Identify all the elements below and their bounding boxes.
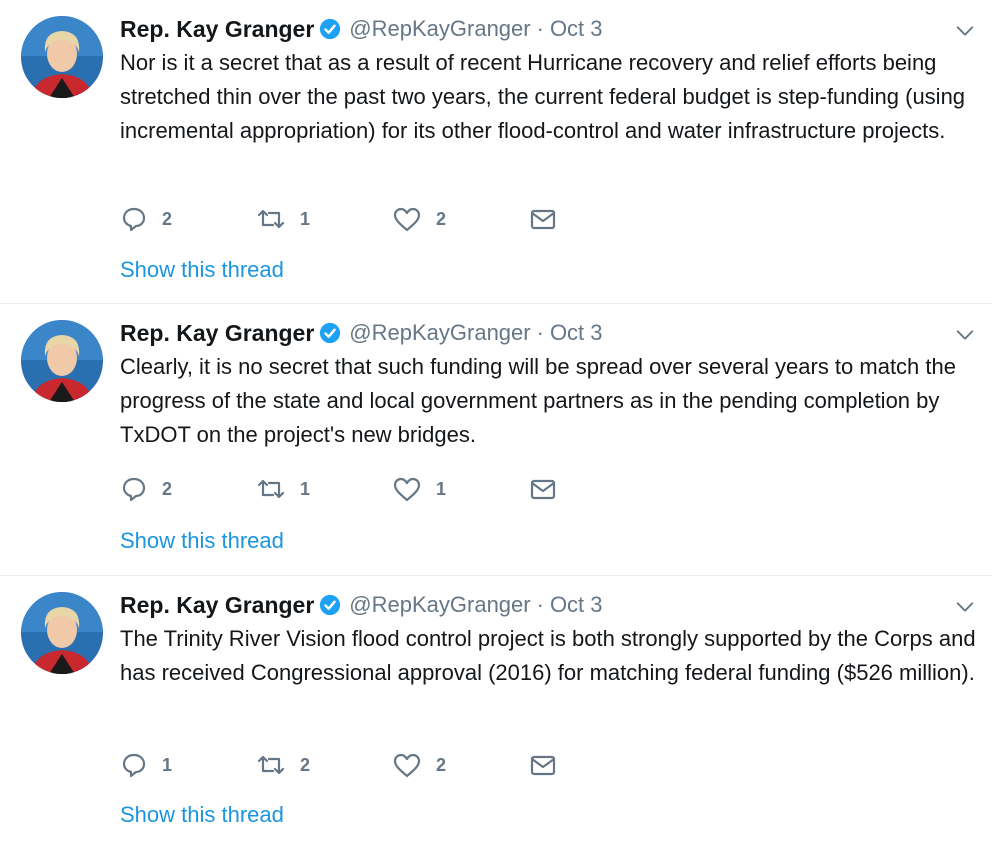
avatar[interactable] [21,592,103,674]
chevron-down-icon[interactable] [954,324,976,346]
author-name[interactable]: Rep. Kay Granger [120,592,314,619]
tweet[interactable]: Rep. Kay Granger @RepKayGranger · Oct 3 … [0,304,992,576]
tweet-timestamp[interactable]: Oct 3 [550,16,603,42]
like-button[interactable]: 2 [392,205,528,233]
heart-icon [393,207,421,232]
author-name[interactable]: Rep. Kay Granger [120,16,314,43]
tweet-text: The Trinity River Vision flood control p… [120,626,976,685]
tweet-text: Nor is it a secret that as a result of r… [120,50,966,143]
retweet-button[interactable]: 1 [256,205,392,233]
tweet[interactable]: Rep. Kay Granger @RepKayGranger · Oct 3 … [0,576,992,844]
retweet-icon [257,479,285,499]
tweet-timestamp[interactable]: Oct 3 [550,592,603,618]
reply-count: 1 [162,754,173,775]
retweet-count: 1 [300,208,311,229]
tweet-text: Clearly, it is no secret that such fundi… [120,354,956,447]
reply-icon [122,477,146,502]
show-thread-link[interactable]: Show this thread [120,528,284,554]
retweet-button[interactable]: 1 [256,475,392,503]
verified-badge-icon [320,18,341,40]
retweet-count: 2 [300,754,311,775]
like-count: 2 [436,754,447,775]
avatar[interactable] [21,16,103,98]
tweet-header: Rep. Kay Granger @RepKayGranger · Oct 3 [120,12,603,46]
show-thread-link[interactable]: Show this thread [120,257,284,283]
avatar-image [21,320,103,402]
heart-icon [393,753,421,778]
tweet-timestamp[interactable]: Oct 3 [550,320,603,346]
reply-count: 2 [162,478,173,499]
like-count: 2 [436,208,447,229]
direct-message-button[interactable] [528,475,664,503]
avatar[interactable] [21,320,103,402]
reply-count: 2 [162,208,173,229]
verified-badge-icon [320,322,341,344]
reply-button[interactable]: 1 [120,751,256,779]
retweet-count: 1 [300,478,311,499]
like-button[interactable]: 2 [392,751,528,779]
envelope-icon [530,209,556,230]
verified-badge-icon [320,594,341,616]
author-handle[interactable]: @RepKayGranger [349,16,530,42]
retweet-icon [257,755,285,775]
author-handle[interactable]: @RepKayGranger [349,320,530,346]
like-button[interactable]: 1 [392,475,528,503]
direct-message-button[interactable] [528,751,664,779]
avatar-image [21,592,103,674]
tweet-header: Rep. Kay Granger @RepKayGranger · Oct 3 [120,588,603,622]
tweet-actions: 2 1 2 [120,204,664,234]
separator-dot: · [536,592,544,617]
avatar-image [21,16,103,98]
show-thread-link[interactable]: Show this thread [120,802,284,828]
reply-button[interactable]: 2 [120,475,256,503]
envelope-icon [530,755,556,776]
heart-icon [393,477,421,502]
chevron-down-icon[interactable] [954,596,976,618]
separator-dot: · [536,16,544,41]
tweet-actions: 2 1 1 [120,474,664,504]
retweet-icon [257,209,285,229]
author-name[interactable]: Rep. Kay Granger [120,320,314,347]
direct-message-button[interactable] [528,205,664,233]
retweet-button[interactable]: 2 [256,751,392,779]
tweet-actions: 1 2 2 [120,750,664,780]
reply-icon [122,207,146,232]
reply-icon [122,753,146,778]
reply-button[interactable]: 2 [120,205,256,233]
chevron-down-icon[interactable] [954,20,976,42]
envelope-icon [530,479,556,500]
like-count: 1 [436,478,447,499]
author-handle[interactable]: @RepKayGranger [349,592,530,618]
separator-dot: · [536,320,544,345]
tweet[interactable]: Rep. Kay Granger @RepKayGranger · Oct 3 … [0,0,992,304]
tweet-header: Rep. Kay Granger @RepKayGranger · Oct 3 [120,316,603,350]
